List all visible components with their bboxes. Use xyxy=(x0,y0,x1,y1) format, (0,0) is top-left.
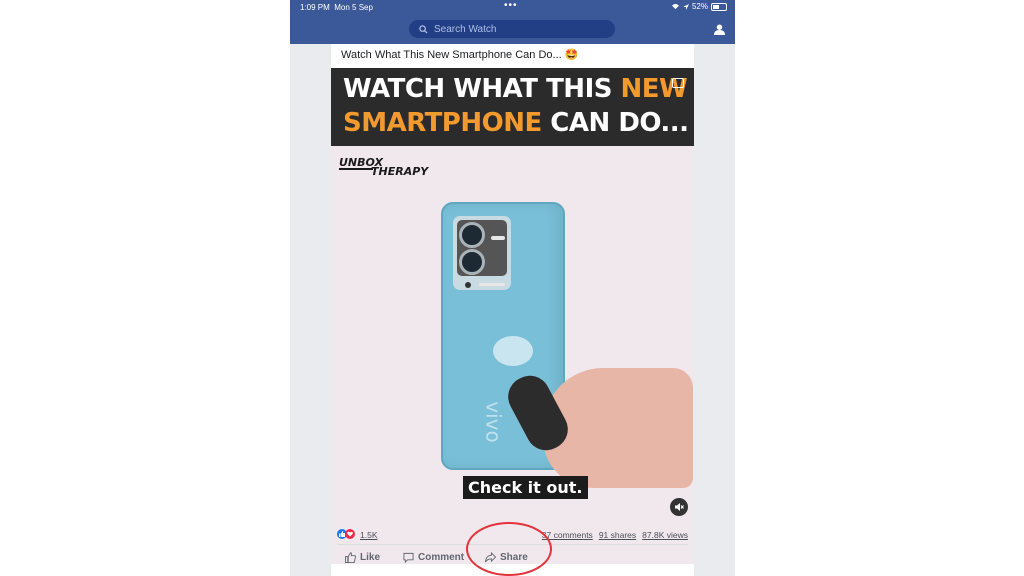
banner-text-highlight: SMARTPHONE xyxy=(343,108,542,138)
picture-in-picture-icon[interactable] xyxy=(672,78,684,88)
video-player[interactable]: WATCH WHAT THIS NEW SMARTPHONE CAN DO...… xyxy=(331,68,694,564)
search-input[interactable]: Search Watch xyxy=(409,20,615,38)
camera-lens xyxy=(459,249,485,275)
banner-line-1: WATCH WHAT THIS NEW xyxy=(343,74,688,104)
top-bar: 1:09 PM Mon 5 Sep ••• 52% Search Watch xyxy=(290,0,735,44)
views-count[interactable]: 87.8K views xyxy=(642,530,688,540)
mute-button[interactable] xyxy=(670,498,688,516)
camera-lens xyxy=(459,222,485,248)
comment-button[interactable]: Comment xyxy=(403,552,464,563)
banner-text: CAN DO... xyxy=(541,108,689,138)
channel-logo: UNBOX THERAPY xyxy=(339,156,428,178)
battery-icon xyxy=(711,2,727,11)
multitask-dots[interactable]: ••• xyxy=(504,0,518,11)
like-button[interactable]: Like xyxy=(345,552,380,563)
status-right: 52% xyxy=(671,2,727,11)
location-icon xyxy=(682,3,689,10)
search-icon xyxy=(419,24,428,34)
reactions-count[interactable]: 1.5K xyxy=(360,530,378,540)
annotation-circle xyxy=(466,522,552,576)
video-caption: Check it out. xyxy=(463,476,588,499)
search-placeholder: Search Watch xyxy=(434,23,497,35)
love-reaction-icon xyxy=(345,529,355,539)
highlight-bubble xyxy=(493,336,533,366)
date: Mon 5 Sep xyxy=(334,3,373,12)
engagement-links: 37 comments 91 shares 87.8K views xyxy=(542,530,688,540)
speaker-muted-icon xyxy=(675,503,684,511)
camera-module xyxy=(453,216,511,290)
like-label: Like xyxy=(360,552,381,563)
profile-icon[interactable] xyxy=(714,22,725,40)
reaction-icons[interactable] xyxy=(337,529,355,539)
logo-text-2: THERAPY xyxy=(371,165,429,178)
post-title: Watch What This New Smartphone Can Do...… xyxy=(341,49,579,61)
video-post-card: Watch What This New Smartphone Can Do...… xyxy=(331,44,694,576)
banner-text: WATCH WHAT THIS xyxy=(343,74,621,104)
status-time: 1:09 PM Mon 5 Sep xyxy=(300,3,373,12)
ipad-screen: 1:09 PM Mon 5 Sep ••• 52% Search Watch W… xyxy=(290,0,735,576)
banner-line-2: SMARTPHONE CAN DO... xyxy=(343,108,689,138)
camera-bar xyxy=(479,283,505,286)
comments-link[interactable]: 37 comments xyxy=(542,530,593,540)
clock: 1:09 PM xyxy=(300,3,330,12)
camera-plate xyxy=(457,220,507,276)
flash xyxy=(491,236,505,240)
logo-underline xyxy=(339,168,373,170)
wifi-icon xyxy=(671,3,679,10)
thumbs-up-icon xyxy=(345,552,356,563)
phone-brand: vivo xyxy=(481,401,506,443)
shares-link[interactable]: 91 shares xyxy=(599,530,636,540)
video-title-banner: WATCH WHAT THIS NEW SMARTPHONE CAN DO... xyxy=(331,68,694,146)
sensor xyxy=(465,282,471,288)
comment-label: Comment xyxy=(418,552,465,563)
battery-percent: 52% xyxy=(691,2,708,11)
comment-icon xyxy=(403,552,414,563)
